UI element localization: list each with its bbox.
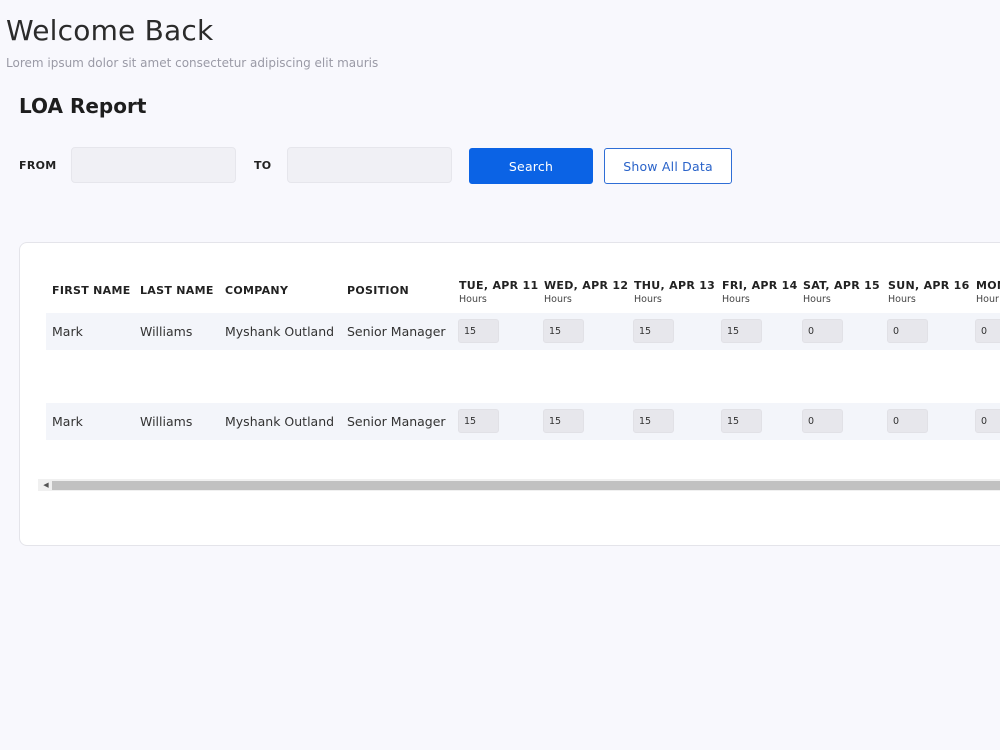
cell-first-name: Mark xyxy=(52,324,83,339)
table-row: Mark Williams Myshank Outland Senior Man… xyxy=(46,313,1000,350)
hours-input[interactable] xyxy=(721,319,762,343)
cell-company: Myshank Outland xyxy=(225,324,335,339)
scrollbar-thumb[interactable] xyxy=(52,481,1000,490)
hours-input[interactable] xyxy=(633,319,674,343)
hours-input[interactable] xyxy=(543,319,584,343)
from-date-input[interactable] xyxy=(71,147,236,183)
column-header-day: TUE, APR 11 xyxy=(459,279,539,292)
cell-company: Myshank Outland xyxy=(225,414,335,429)
hours-input[interactable] xyxy=(887,319,928,343)
column-header-day-unit: Hours xyxy=(544,294,572,305)
column-header-day-unit: Hours xyxy=(888,294,916,305)
hours-input[interactable] xyxy=(802,409,843,433)
column-header-first-name: FIRST NAME xyxy=(52,284,131,297)
hours-input[interactable] xyxy=(543,409,584,433)
column-header-day: MON xyxy=(976,279,1000,292)
horizontal-scrollbar[interactable]: ◀ xyxy=(38,479,1000,491)
page: Welcome Back Lorem ipsum dolor sit amet … xyxy=(0,0,1000,750)
column-header-day-unit: Hours xyxy=(803,294,831,305)
report-title: LOA Report xyxy=(19,94,147,118)
column-header-company: COMPANY xyxy=(225,284,289,297)
hours-input[interactable] xyxy=(458,409,499,433)
hours-input[interactable] xyxy=(458,319,499,343)
column-header-day: SUN, APR 16 xyxy=(888,279,970,292)
hours-input[interactable] xyxy=(887,409,928,433)
hours-input[interactable] xyxy=(975,409,1000,433)
report-table-card: FIRST NAME LAST NAME COMPANY POSITION TU… xyxy=(19,242,1000,546)
column-header-day: THU, APR 13 xyxy=(634,279,716,292)
hours-input[interactable] xyxy=(975,319,1000,343)
to-label: TO xyxy=(254,159,272,172)
hours-input[interactable] xyxy=(633,409,674,433)
hours-input[interactable] xyxy=(802,319,843,343)
from-label: FROM xyxy=(19,159,57,172)
column-header-day: SAT, APR 15 xyxy=(803,279,881,292)
welcome-title: Welcome Back xyxy=(6,14,214,47)
cell-first-name: Mark xyxy=(52,414,83,429)
column-header-day: FRI, APR 14 xyxy=(722,279,798,292)
welcome-subtitle: Lorem ipsum dolor sit amet consectetur a… xyxy=(6,56,379,70)
cell-last-name: Williams xyxy=(140,324,193,339)
search-button[interactable]: Search xyxy=(469,148,593,184)
column-header-day: WED, APR 12 xyxy=(544,279,629,292)
hours-input[interactable] xyxy=(721,409,762,433)
to-date-input[interactable] xyxy=(287,147,452,183)
cell-last-name: Williams xyxy=(140,414,193,429)
cell-position: Senior Manager xyxy=(347,414,446,429)
table-row: Mark Williams Myshank Outland Senior Man… xyxy=(46,403,1000,440)
column-header-day-unit: Hours xyxy=(722,294,750,305)
show-all-data-button[interactable]: Show All Data xyxy=(604,148,732,184)
column-header-position: POSITION xyxy=(347,284,409,297)
column-header-day-unit: Hours xyxy=(459,294,487,305)
cell-position: Senior Manager xyxy=(347,324,446,339)
column-header-day-unit: Hours xyxy=(634,294,662,305)
column-header-last-name: LAST NAME xyxy=(140,284,214,297)
column-header-day-unit: Hour xyxy=(976,294,999,305)
scroll-left-arrow-icon[interactable]: ◀ xyxy=(41,479,51,491)
